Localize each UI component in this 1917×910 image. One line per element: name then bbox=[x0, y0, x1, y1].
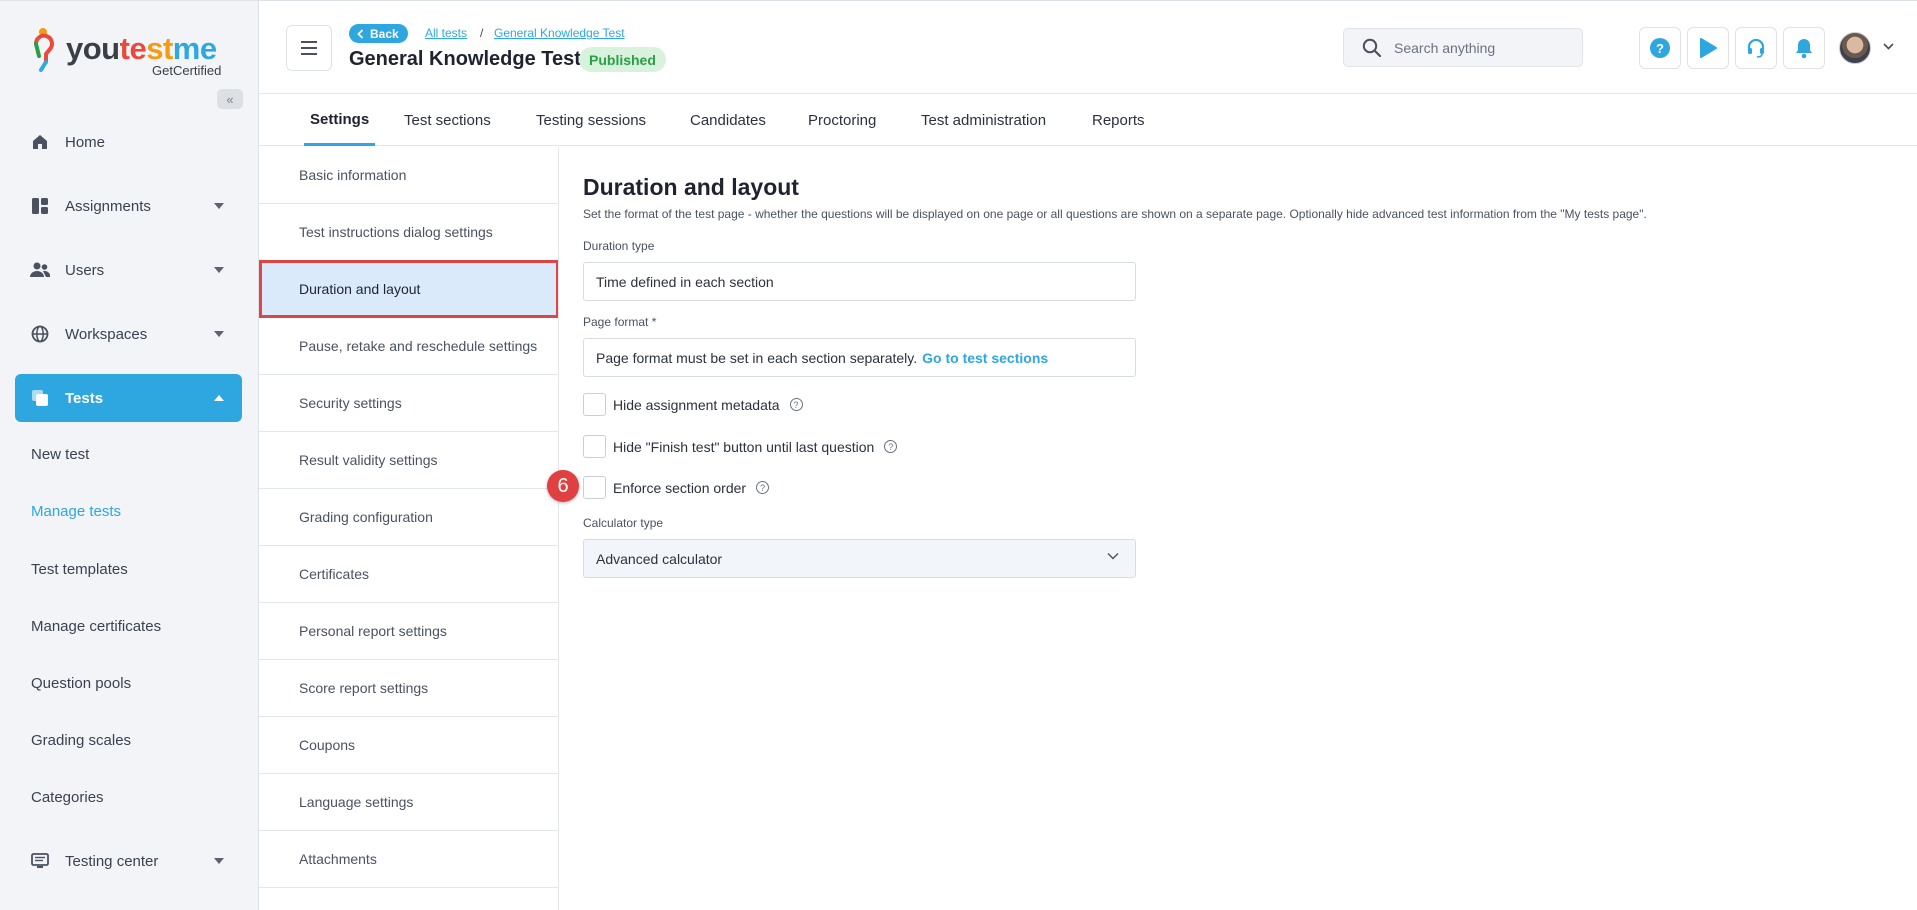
step-number-badge: 6 bbox=[547, 470, 579, 502]
sidebar-subitem-grading-scales[interactable]: Grading scales bbox=[31, 732, 131, 749]
sidebar-subitem-test-templates[interactable]: Test templates bbox=[31, 561, 128, 578]
chevron-down-icon bbox=[214, 331, 224, 337]
tab-settings[interactable]: Settings bbox=[304, 95, 376, 146]
settings-nav-item[interactable]: Test instructions dialog settings bbox=[259, 204, 558, 261]
breadcrumb-all-tests[interactable]: All tests bbox=[425, 26, 467, 40]
settings-nav-item[interactable]: Basic information bbox=[259, 147, 558, 204]
play-icon bbox=[1700, 38, 1717, 58]
sidebar-item-workspaces[interactable]: Workspaces bbox=[15, 310, 242, 358]
sidebar-item-assignments[interactable]: Assignments bbox=[15, 182, 242, 230]
hamburger-icon bbox=[301, 41, 317, 43]
section-description: Set the format of the test page - whethe… bbox=[583, 207, 1647, 221]
help-icon: ? bbox=[1650, 38, 1670, 58]
globe-icon bbox=[29, 325, 51, 343]
support-button[interactable] bbox=[1735, 27, 1777, 69]
home-icon bbox=[29, 133, 51, 151]
tab-test-administration[interactable]: Test administration bbox=[919, 95, 1048, 146]
sidebar-subitem-new-test[interactable]: New test bbox=[31, 446, 89, 463]
page-format-label: Page format * bbox=[583, 315, 657, 329]
calculator-type-select[interactable]: Advanced calculator bbox=[583, 539, 1136, 578]
chevron-left-icon bbox=[357, 28, 364, 39]
settings-nav-item[interactable]: Result validity settings bbox=[259, 432, 558, 489]
hide-finish-button-row: Hide "Finish test" button until last que… bbox=[583, 435, 898, 458]
tab-reports[interactable]: Reports bbox=[1090, 95, 1147, 146]
settings-nav-item-selected[interactable]: Duration and layout bbox=[259, 260, 558, 318]
breadcrumb-separator: / bbox=[480, 26, 484, 40]
sidebar-item-users[interactable]: Users bbox=[15, 246, 242, 294]
tab-testing-sessions[interactable]: Testing sessions bbox=[534, 95, 648, 146]
duration-type-field[interactable]: Time defined in each section bbox=[583, 262, 1136, 301]
hide-metadata-row: Hide assignment metadata ? bbox=[583, 393, 803, 416]
chevron-down-icon bbox=[214, 203, 224, 209]
settings-nav-item[interactable]: Certificates bbox=[259, 546, 558, 603]
status-badge: Published bbox=[579, 47, 666, 72]
settings-nav-item[interactable]: Score report settings bbox=[259, 660, 558, 717]
play-button[interactable] bbox=[1687, 27, 1729, 69]
top-header: Back All tests / General Knowledge Test … bbox=[259, 0, 1917, 94]
sidebar-item-home[interactable]: Home bbox=[15, 118, 242, 166]
menu-button[interactable] bbox=[286, 25, 332, 71]
youtestme-logo[interactable]: youtestme GetCertified bbox=[30, 27, 230, 79]
calculator-type-label: Calculator type bbox=[583, 516, 664, 530]
logo-subtitle: GetCertified bbox=[152, 63, 222, 78]
sidebar-subitem-categories[interactable]: Categories bbox=[31, 789, 104, 806]
sidebar-subitem-manage-certificates[interactable]: Manage certificates bbox=[31, 618, 161, 635]
settings-nav-item[interactable]: Attachments bbox=[259, 831, 558, 888]
settings-nav-item[interactable]: Personal report settings bbox=[259, 603, 558, 660]
chevron-down-icon bbox=[214, 858, 224, 864]
back-button[interactable]: Back bbox=[349, 24, 408, 43]
search-icon bbox=[1362, 38, 1382, 58]
page-title: General Knowledge Test bbox=[349, 48, 581, 70]
chevron-down-icon bbox=[214, 267, 224, 273]
headset-icon bbox=[1747, 38, 1765, 58]
notifications-button[interactable] bbox=[1783, 27, 1825, 69]
bell-icon bbox=[1796, 39, 1812, 59]
section-heading: Duration and layout bbox=[583, 174, 799, 200]
hide-finish-button-checkbox[interactable] bbox=[583, 435, 606, 458]
tab-test-sections[interactable]: Test sections bbox=[402, 95, 493, 146]
sidebar-subitem-question-pools[interactable]: Question pools bbox=[31, 675, 131, 692]
hide-metadata-checkbox[interactable] bbox=[583, 393, 606, 416]
users-icon bbox=[29, 262, 51, 278]
sidebar-item-testing-center[interactable]: Testing center bbox=[15, 837, 242, 885]
duration-layout-panel: Duration and layout Set the format of th… bbox=[583, 147, 1917, 910]
settings-nav-item[interactable]: Coupons bbox=[259, 717, 558, 774]
settings-nav-item[interactable]: Language settings bbox=[259, 774, 558, 831]
double-chevron-left-icon: « bbox=[226, 91, 234, 107]
settings-nav-item[interactable]: Security settings bbox=[259, 375, 558, 432]
tab-proctoring[interactable]: Proctoring bbox=[806, 95, 878, 146]
sidebar-subitem-manage-tests[interactable]: Manage tests bbox=[31, 503, 121, 520]
settings-nav-item[interactable]: External attributes bbox=[259, 888, 558, 910]
collapse-sidebar-button[interactable]: « bbox=[217, 89, 243, 109]
help-circle-icon[interactable]: ? bbox=[789, 398, 803, 411]
chevron-down-icon[interactable] bbox=[1883, 43, 1894, 50]
help-circle-icon[interactable]: ? bbox=[756, 481, 770, 494]
testing-center-icon bbox=[29, 853, 51, 869]
sidebar-item-tests[interactable]: Tests bbox=[15, 374, 242, 422]
search-box[interactable] bbox=[1343, 28, 1583, 67]
logo-wordmark: youtestme bbox=[66, 31, 217, 66]
enforce-section-order-row: Enforce section order ? bbox=[583, 476, 770, 499]
page-format-text: Page format must be set in each section … bbox=[596, 349, 918, 366]
chevron-down-icon bbox=[1107, 553, 1119, 560]
logo-mark-icon bbox=[34, 28, 54, 72]
help-button[interactable]: ? bbox=[1639, 27, 1681, 69]
search-input[interactable] bbox=[1394, 39, 1564, 56]
enforce-section-order-checkbox[interactable] bbox=[583, 476, 606, 499]
breadcrumb-current-test[interactable]: General Knowledge Test bbox=[494, 26, 625, 40]
settings-nav-item[interactable]: Grading configuration bbox=[259, 489, 558, 546]
test-tabs: Settings Test sections Testing sessions … bbox=[259, 95, 1917, 146]
user-avatar[interactable] bbox=[1839, 32, 1871, 64]
tab-candidates[interactable]: Candidates bbox=[688, 95, 768, 146]
tests-icon bbox=[29, 389, 51, 407]
duration-type-label: Duration type bbox=[583, 239, 655, 253]
sidebar: youtestme GetCertified « Home Assignment… bbox=[0, 0, 259, 910]
settings-nav-item[interactable]: Pause, retake and reschedule settings bbox=[259, 318, 558, 375]
page-format-field: Page format must be set in each section … bbox=[583, 338, 1136, 377]
settings-nav: Basic information Test instructions dial… bbox=[259, 147, 559, 910]
help-circle-icon[interactable]: ? bbox=[884, 440, 898, 453]
assignments-icon bbox=[29, 197, 51, 215]
go-to-test-sections-link[interactable]: Go to test sections bbox=[922, 350, 1048, 366]
chevron-up-icon bbox=[214, 395, 224, 401]
